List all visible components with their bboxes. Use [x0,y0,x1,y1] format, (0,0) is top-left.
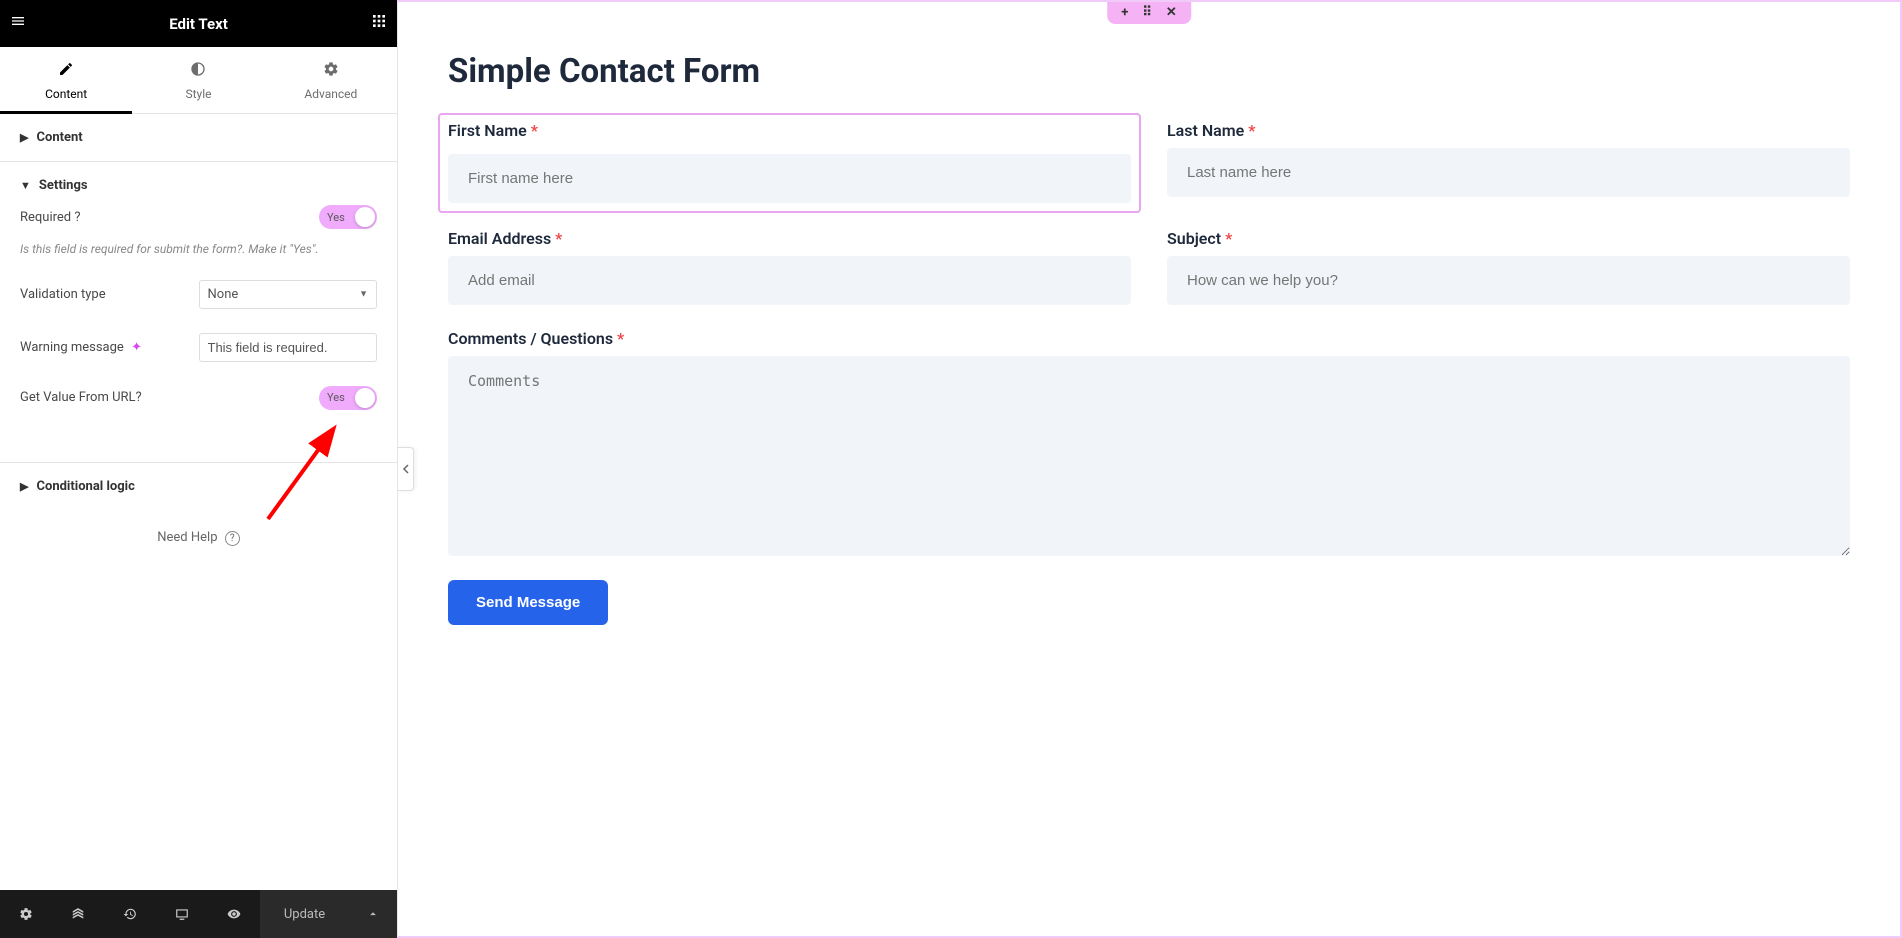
responsive-icon[interactable] [156,890,208,938]
need-help[interactable]: Need Help ? [20,510,377,566]
field-label: Last Name * [1167,121,1850,140]
submit-button[interactable]: Send Message [448,580,608,625]
publish-options-icon[interactable] [349,890,397,938]
subject-input[interactable] [1167,256,1850,305]
field-subject[interactable]: Subject * [1167,229,1850,305]
collapse-sidebar-handle[interactable] [398,447,414,491]
setting-url-value: Get Value From URL? Yes [20,374,377,422]
sidebar-tabs: Content Style Advanced [0,47,397,114]
setting-label: Get Value From URL? [20,390,319,405]
setting-label: Warning message ✦ [20,340,199,355]
add-element-icon[interactable]: + [1121,5,1128,20]
sidebar-header: Edit Text [0,0,397,47]
tab-label: Advanced [304,87,357,101]
field-last-name[interactable]: Last Name * [1167,121,1850,205]
panel-settings: ▼ Settings Required ? Yes Is this field … [20,162,377,438]
field-first-name[interactable]: First Name * [438,113,1141,213]
ai-sparkle-icon[interactable]: ✦ [131,340,142,355]
required-help-text: Is this field is required for submit the… [20,241,377,268]
element-toolbar: + ⠿ ✕ [1107,1,1191,24]
panel-title: Edit Text [26,15,371,33]
tab-advanced[interactable]: Advanced [265,47,397,113]
close-element-icon[interactable]: ✕ [1166,5,1177,20]
pencil-icon [58,61,74,81]
comments-textarea[interactable] [448,356,1850,556]
editor-canvas[interactable]: + ⠿ ✕ Simple Contact Form First Name * L… [398,0,1902,938]
panel-conditional-header[interactable]: ▶ Conditional logic [20,479,377,494]
drag-handle-icon[interactable]: ⠿ [1142,5,1152,20]
widgets-icon[interactable] [371,13,387,34]
setting-validation: Validation type None [20,268,377,321]
setting-label: Required ? [20,210,319,225]
toggle-value: Yes [327,211,345,224]
field-comments[interactable]: Comments / Questions * [448,329,1850,556]
setting-warning: Warning message ✦ [20,321,377,374]
history-icon[interactable] [104,890,156,938]
last-name-input[interactable] [1167,148,1850,197]
panel-label: Conditional logic [36,479,134,494]
panel-label: Settings [39,178,88,193]
toggle-knob [355,388,375,408]
preview-icon[interactable] [208,890,260,938]
gear-icon [323,61,339,81]
toggle-knob [355,207,375,227]
panel-content-header[interactable]: ▶ Content [20,130,377,145]
settings-icon[interactable] [0,890,52,938]
caret-right-icon: ▶ [20,131,28,144]
warning-message-input[interactable] [199,333,378,362]
panel-label: Content [36,130,82,145]
tab-label: Style [185,87,211,101]
validation-select[interactable]: None [199,280,378,309]
panel-settings-header[interactable]: ▼ Settings [20,178,377,193]
sidebar-body: ▶ Content ▼ Settings Required ? Yes Is t… [0,114,397,890]
caret-down-icon: ▼ [20,179,31,192]
contrast-icon [190,61,206,81]
required-toggle[interactable]: Yes [319,205,377,229]
caret-right-icon: ▶ [20,480,28,493]
form-title: Simple Contact Form [448,52,1850,91]
field-label: Email Address * [448,229,1131,248]
tab-content[interactable]: Content [0,47,132,113]
help-icon: ? [225,531,240,546]
first-name-input[interactable] [448,154,1131,203]
update-button[interactable]: Update [260,890,349,938]
form-grid: First Name * Last Name * Email Address *… [448,121,1850,556]
email-input[interactable] [448,256,1131,305]
field-label: Subject * [1167,229,1850,248]
setting-label: Validation type [20,287,199,302]
navigator-icon[interactable] [52,890,104,938]
editor-sidebar: Edit Text Content Style Advanced [0,0,398,938]
field-label: First Name * [448,121,1131,140]
tab-label: Content [45,87,87,101]
toggle-value: Yes [327,391,345,404]
field-email[interactable]: Email Address * [448,229,1131,305]
field-label: Comments / Questions * [448,329,1850,348]
select-value: None [208,287,239,302]
sidebar-footer: Update [0,890,397,938]
url-value-toggle[interactable]: Yes [319,386,377,410]
setting-required: Required ? Yes [20,193,377,241]
menu-icon[interactable] [10,13,26,34]
tab-style[interactable]: Style [132,47,264,113]
